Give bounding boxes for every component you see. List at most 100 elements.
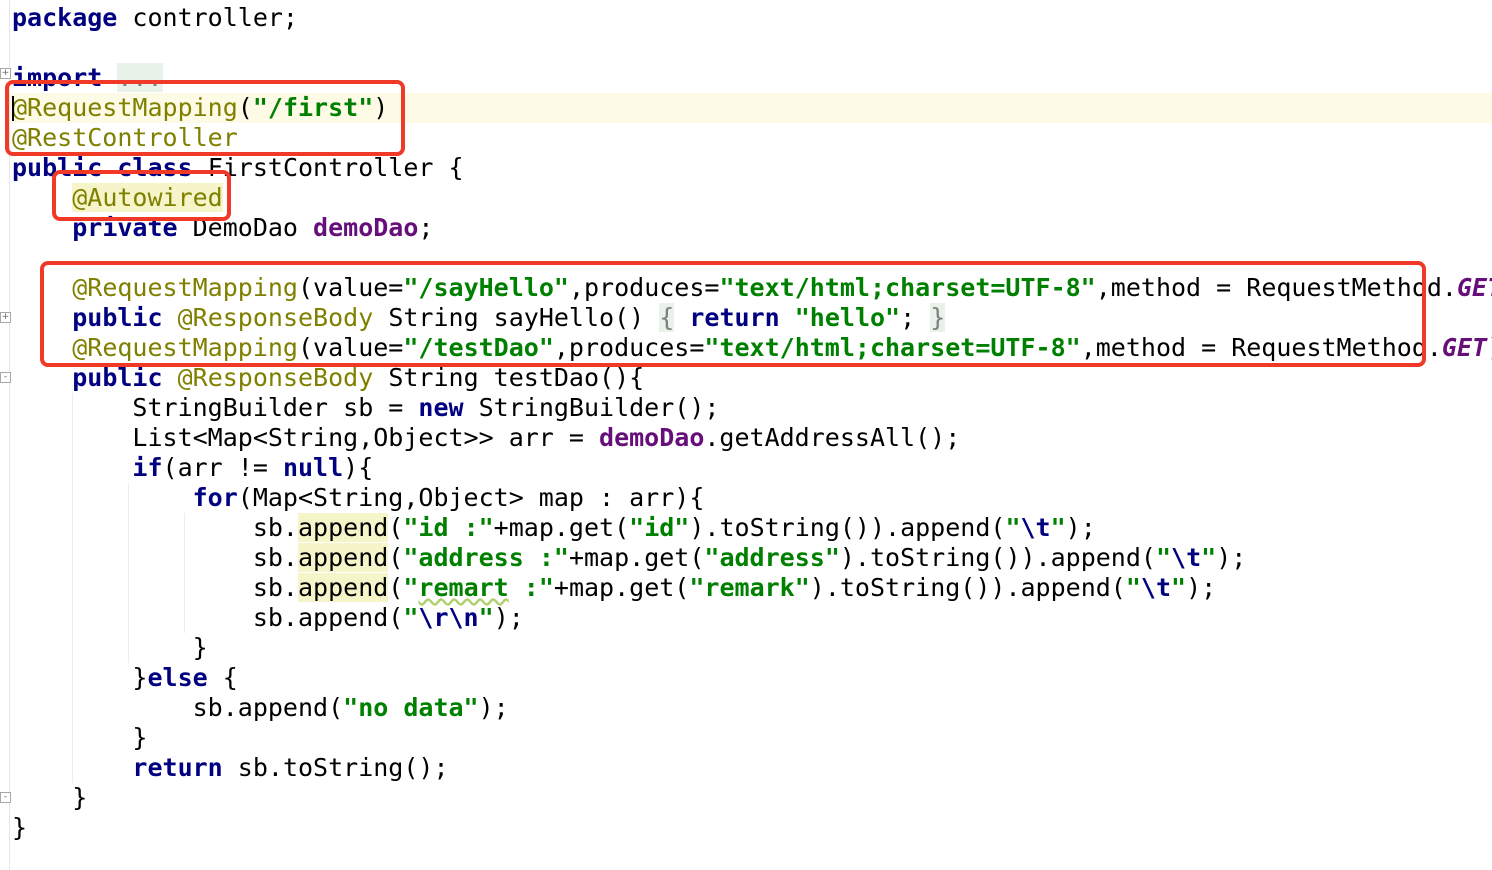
code-text: )	[1487, 333, 1492, 362]
escape-sequence: \t	[1171, 543, 1202, 572]
code-text: controller;	[117, 3, 298, 32]
editor-gutter[interactable]	[0, 0, 10, 870]
code-line-22[interactable]: }	[12, 633, 208, 663]
code-text: )	[373, 93, 389, 122]
folded-brace[interactable]: {	[659, 303, 675, 332]
escape-sequence: \r\n	[418, 603, 479, 632]
fold-method-icon[interactable]: +	[0, 312, 11, 323]
code-line-26[interactable]: return sb.toString();	[12, 753, 448, 783]
folded-imports[interactable]: ...	[117, 63, 163, 92]
code-text: );	[478, 693, 509, 722]
keyword: new	[418, 393, 464, 422]
code-text: ,method = RequestMethod.	[1080, 333, 1442, 362]
method-call: append	[297, 543, 389, 572]
escape-sequence: \t	[1020, 513, 1051, 542]
code-line-18[interactable]: sb.append("id :"+map.get("id").toString(…	[12, 513, 1096, 543]
code-line-23[interactable]: }else {	[12, 663, 238, 693]
string-literal: :"	[508, 573, 554, 602]
code-line-rest-controller[interactable]: @RestController	[12, 123, 238, 153]
code-line-16[interactable]: if(arr != null){	[12, 453, 373, 483]
code-line-autowired[interactable]: @Autowired	[12, 183, 223, 213]
code-text: );	[1186, 573, 1217, 602]
code-text: ;	[900, 303, 916, 332]
code-text: sb.	[252, 543, 298, 572]
code-line-19[interactable]: sb.append("address :"+map.get("address")…	[12, 543, 1246, 573]
folded-brace[interactable]: }	[930, 303, 946, 332]
fold-method-open-icon[interactable]: -	[0, 372, 11, 383]
code-text: List<Map<String,Object>> arr =	[132, 423, 600, 452]
string-literal: "	[1005, 513, 1021, 542]
code-line-request-mapping-class[interactable]: @RequestMapping("/first")	[12, 93, 388, 123]
code-line-15[interactable]: List<Map<String,Object>> arr = demoDao.g…	[12, 423, 960, 453]
code-line-class-decl[interactable]: public class FirstController {	[12, 153, 464, 183]
code-line-27[interactable]: }	[12, 783, 87, 813]
enum-constant: GET	[1441, 333, 1488, 362]
code-line-24[interactable]: sb.append("no data");	[12, 693, 509, 723]
fold-method-close-icon[interactable]: -	[0, 792, 11, 803]
code-text: ).toString()).append(	[839, 543, 1156, 572]
string-literal: "address :"	[403, 543, 569, 572]
code-editor[interactable]: + + - - package controller; import ... @…	[0, 0, 1492, 870]
code-line-mapping-sayhello[interactable]: @RequestMapping(value="/sayHello",produc…	[12, 273, 1492, 303]
code-text: (	[388, 513, 404, 542]
code-text: sb.	[252, 573, 298, 602]
keyword: private	[72, 213, 178, 242]
annotation: @Autowired	[72, 183, 223, 212]
code-text: }	[72, 783, 88, 812]
keyword: else	[147, 663, 208, 692]
string-literal: "/first"	[252, 93, 374, 122]
annotation: @ResponseBody	[177, 363, 374, 392]
code-text: .getAddressAll();	[704, 423, 961, 452]
keyword: public	[72, 303, 163, 332]
code-text: }	[132, 663, 148, 692]
field-name: demoDao	[313, 213, 419, 242]
code-text: (arr !=	[162, 453, 283, 482]
annotation: @RequestMapping	[72, 273, 298, 302]
keyword: package	[12, 3, 118, 32]
code-line-25[interactable]: }	[12, 723, 147, 753]
code-line-14[interactable]: StringBuilder sb = new StringBuilder();	[12, 393, 719, 423]
code-line-field[interactable]: private DemoDao demoDao;	[12, 213, 433, 243]
keyword: null	[282, 453, 344, 482]
typo-warning[interactable]: remart	[418, 573, 508, 602]
fold-import-icon[interactable]: +	[0, 68, 11, 79]
annotation: @RestController	[12, 123, 238, 152]
code-text: DemoDao	[177, 213, 314, 242]
code-text: +map.get(	[553, 573, 690, 602]
keyword: return	[689, 303, 780, 332]
code-line-1[interactable]: package controller;	[12, 3, 298, 33]
string-literal: "	[1125, 573, 1141, 602]
keyword: import	[12, 63, 103, 92]
code-line-21[interactable]: sb.append("\r\n");	[12, 603, 524, 633]
code-line-17[interactable]: for(Map<String,Object> map : arr){	[12, 483, 705, 513]
code-text: sb.	[252, 513, 298, 542]
code-text: String testDao(){	[373, 363, 645, 392]
code-line-import[interactable]: import ...	[12, 63, 163, 93]
code-text: (Map<String,Object> map : arr){	[237, 483, 705, 512]
string-literal: "	[403, 573, 419, 602]
text-caret	[12, 96, 14, 121]
code-text: ,produces=	[553, 333, 705, 362]
code-text: String sayHello()	[373, 303, 660, 332]
code-line-sayhello[interactable]: public @ResponseBody String sayHello() {…	[12, 303, 946, 333]
enum-constant: GET	[1456, 273, 1492, 302]
code-text: StringBuilder();	[463, 393, 720, 422]
code-text: ,method = RequestMethod.	[1095, 273, 1457, 302]
code-text: (	[388, 573, 404, 602]
code-line-28[interactable]: }	[12, 813, 27, 843]
code-text: );	[1216, 543, 1247, 572]
code-text: }	[192, 633, 208, 662]
code-text: +map.get(	[568, 543, 705, 572]
code-line-testdao[interactable]: public @ResponseBody String testDao(){	[12, 363, 644, 393]
code-text: StringBuilder sb =	[132, 393, 419, 422]
code-line-20[interactable]: sb.append("remart :"+map.get("remark").t…	[12, 573, 1216, 603]
code-text: ).toString()).append(	[809, 573, 1126, 602]
code-line-mapping-testdao[interactable]: @RequestMapping(value="/testDao",produce…	[12, 333, 1492, 363]
code-text: {	[207, 663, 238, 692]
code-text: );	[1065, 513, 1096, 542]
string-literal: "remark"	[689, 573, 810, 602]
string-literal: "	[1201, 543, 1217, 572]
keyword: if	[132, 453, 163, 482]
string-literal: "text/html;charset=UTF-8"	[719, 273, 1096, 302]
code-text: );	[493, 603, 524, 632]
